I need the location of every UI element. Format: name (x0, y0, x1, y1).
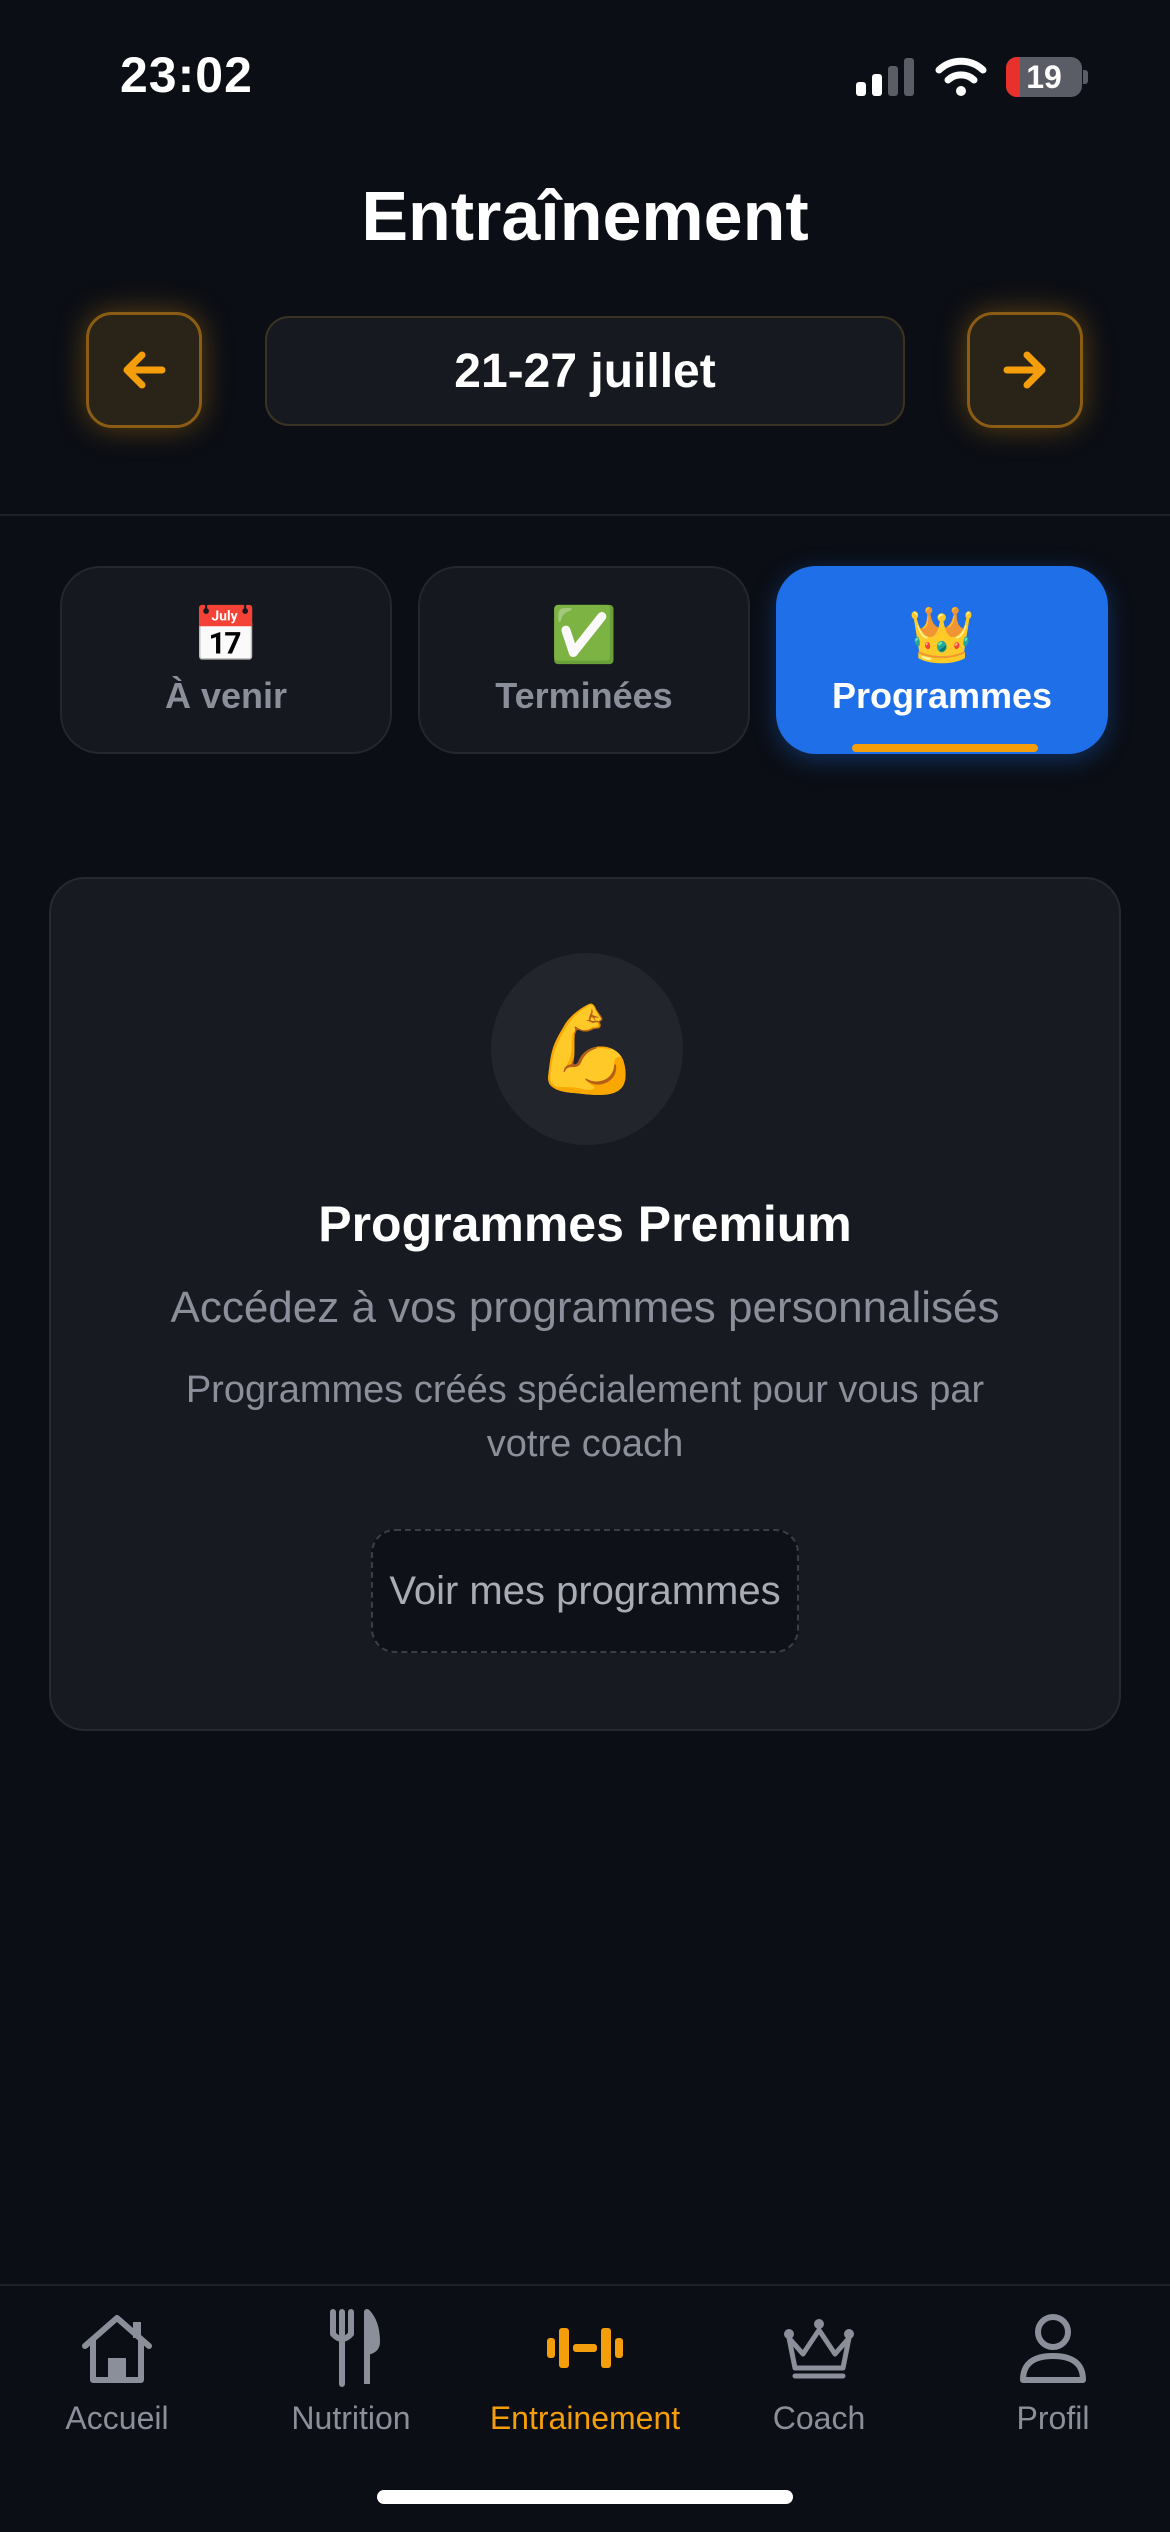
arrow-right-icon (1003, 351, 1046, 389)
tab-label: À venir (164, 675, 288, 716)
card-title: Programmes Premium (318, 1196, 852, 1252)
tab-label: Terminées (495, 675, 673, 716)
previous-week-button[interactable] (86, 312, 202, 428)
cellular-signal-icon (856, 58, 916, 96)
home-icon (82, 2315, 152, 2383)
premium-programs-card: 💪 Programmes Premium Accédez à vos progr… (49, 877, 1121, 1731)
nav-label: Nutrition (291, 2400, 411, 2436)
nav-item-training[interactable]: Entrainement (468, 2296, 702, 2446)
battery-level: 19 (1026, 59, 1062, 95)
status-time: 23:02 (120, 47, 253, 103)
nav-item-coach[interactable]: Coach (702, 2296, 936, 2446)
view-programs-button[interactable]: Voir mes programmes (371, 1529, 799, 1653)
card-subtitle: Accédez à vos programmes personnalisés (170, 1283, 1000, 1332)
nav-item-home[interactable]: Accueil (0, 2296, 234, 2446)
calendar-icon: 📅 (192, 605, 260, 665)
tab-label: Programmes (831, 675, 1053, 716)
nav-label: Coach (772, 2400, 866, 2436)
tab-upcoming[interactable]: 📅 À venir (60, 566, 392, 754)
nav-label: Entrainement (489, 2400, 681, 2436)
nav-item-nutrition[interactable]: Nutrition (234, 2296, 468, 2446)
tab-programs[interactable]: 👑 Programmes (776, 566, 1108, 754)
arrow-left-icon (123, 351, 166, 389)
fork-knife-icon (330, 2309, 380, 2387)
battery-icon: 19 (1006, 57, 1082, 97)
battery-indicator: 19 (1006, 57, 1088, 97)
screen: 23:02 19 Entraînement 21-27 juillet 📅 À … (0, 0, 1170, 2532)
check-mark-icon: ✅ (550, 605, 618, 665)
tab-completed[interactable]: ✅ Terminées (418, 566, 750, 754)
page-title: Entraînement (361, 177, 809, 255)
crown-icon (784, 2319, 854, 2379)
week-range[interactable]: 21-27 juillet (265, 316, 905, 426)
battery-cap (1083, 70, 1088, 84)
dumbbell-icon (547, 2328, 623, 2368)
nav-item-profile[interactable]: Profil (936, 2296, 1170, 2446)
crown-icon: 👑 (908, 605, 976, 665)
nav-label: Accueil (65, 2400, 169, 2436)
flexed-biceps-icon: 💪 (491, 953, 683, 1145)
user-icon (1020, 2314, 1086, 2383)
nav-label: Profil (1016, 2400, 1090, 2436)
header-divider (0, 514, 1170, 516)
wifi-icon (935, 57, 987, 96)
home-indicator[interactable] (377, 2490, 793, 2504)
card-description: Programmes créés spécialement pour vous … (185, 1369, 985, 1465)
active-tab-indicator (852, 744, 1038, 752)
next-week-button[interactable] (967, 312, 1083, 428)
